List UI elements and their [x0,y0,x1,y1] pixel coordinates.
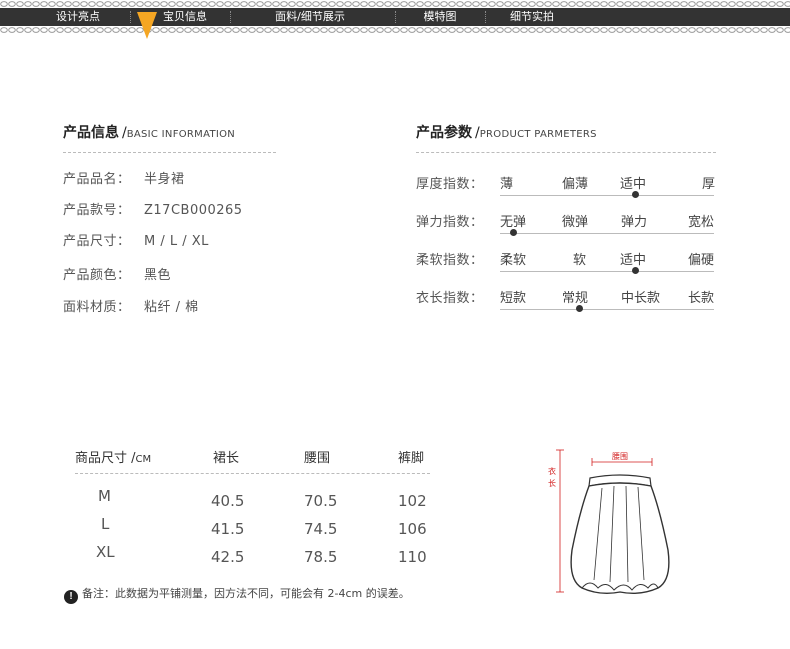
divider [416,152,716,153]
param-option: 厚 [702,177,716,192]
param-selected-dot [576,305,583,312]
info-row-color: 产品颜色： 黑色 [63,268,172,283]
nav-separator [395,11,396,23]
info-value: 黑色 [144,268,172,283]
param-row-elasticity: 弹力指数： 无弹 微弹 弹力 宽松 [416,211,716,249]
skirt-illustration [556,449,670,595]
nav-bar: 设计亮点 宝贝信息 面料/细节展示 模特图 细节实拍 [0,8,790,26]
param-option: 适中 [620,177,647,192]
param-option: 柔软 [500,253,527,268]
table-cell: 102 [398,492,427,510]
divider [75,473,430,474]
warning-icon: ! [64,590,78,604]
length-label: 长 [548,479,556,488]
active-tab-marker-icon [137,12,157,39]
size-table-header-col: 裙长 [213,451,240,466]
nav-tab-detail-photos[interactable]: 细节实拍 [498,8,566,26]
param-scale-line [500,233,714,234]
param-option: 偏薄 [562,177,589,192]
length-label: 衣 [548,467,556,476]
param-scale-line [500,195,714,196]
info-value: M / L / XL [144,234,209,249]
table-cell: 42.5 [211,548,245,566]
param-option: 软 [573,253,587,268]
param-option: 短款 [500,291,527,306]
info-row-name: 产品品名： 半身裙 [63,172,185,187]
param-row-thickness: 厚度指数： 薄 偏薄 适中 厚 [416,173,716,211]
waist-label: 腰围 [612,452,628,461]
param-option: 偏硬 [688,253,715,268]
size-table-header-col: 腰围 [304,451,331,466]
param-scale-line [500,309,714,310]
param-option: 弹力 [621,215,648,230]
nav-tab-fabric-details[interactable]: 面料/细节展示 [255,8,365,26]
param-selected-dot [632,267,639,274]
nav-bottom-border [0,26,790,34]
info-row-sizes: 产品尺寸： M / L / XL [63,234,209,249]
param-option: 适中 [620,253,647,268]
table-cell: 74.5 [304,520,338,538]
info-value: Z17CB000265 [144,203,243,218]
param-option: 薄 [500,177,514,192]
param-row-length: 衣长指数： 短款 常规 中长款 长款 [416,287,716,325]
divider [63,152,276,153]
info-row-style-number: 产品款号： Z17CB000265 [63,203,243,218]
info-value: 粘纤 / 棉 [144,300,199,315]
table-cell: 70.5 [304,492,338,510]
param-scale-line [500,271,714,272]
nav-top-border [0,0,790,8]
info-row-material: 面料材质： 粘纤 / 棉 [63,300,199,315]
measurement-note: ! 备注：此数据为平铺测量，因方法不同，可能会有 2-4cm 的误差。 [64,585,410,604]
param-selected-dot [510,229,517,236]
size-table-header-size: 商品尺寸 /CM [75,451,152,466]
nav-separator [230,11,231,23]
nav-separator [130,11,131,23]
param-option: 宽松 [688,215,715,230]
size-table-header-col: 裤脚 [398,451,425,466]
size-cell: M [98,487,111,505]
nav-tab-model-photos[interactable]: 模特图 [410,8,470,26]
skirt-measurement-diagram: 腰围 衣 长 [540,440,670,605]
nav-separator [485,11,486,23]
param-row-softness: 柔软指数： 柔软 软 适中 偏硬 [416,249,716,287]
param-option: 微弹 [562,215,589,230]
size-cell: L [101,515,110,533]
size-cell: XL [96,543,115,561]
param-option: 长款 [688,291,715,306]
nav-tab-product-info[interactable]: 宝贝信息 [150,8,220,26]
param-option: 常规 [562,291,589,306]
param-option: 中长款 [621,291,661,306]
info-value: 半身裙 [144,172,185,187]
table-cell: 106 [398,520,427,538]
param-selected-dot [632,191,639,198]
table-cell: 110 [398,548,427,566]
param-option: 无弹 [500,215,527,230]
table-cell: 41.5 [211,520,245,538]
product-params-heading: 产品参数/PRODUCT PARMETERS [416,125,597,141]
table-cell: 78.5 [304,548,338,566]
product-info-heading: 产品信息/BASIC INFORMATION [63,125,236,141]
table-cell: 40.5 [211,492,245,510]
nav-tab-design-highlights[interactable]: 设计亮点 [38,8,118,26]
